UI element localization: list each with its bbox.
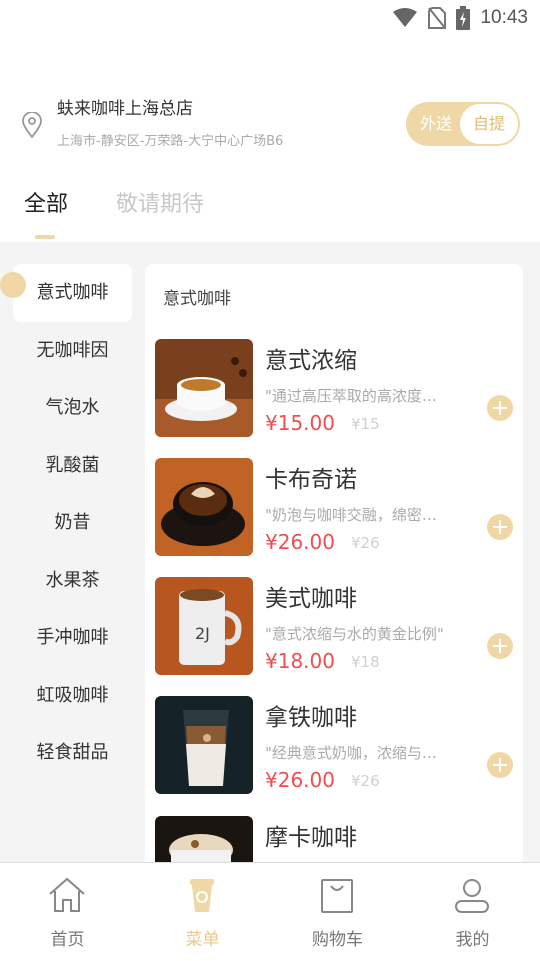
product-description: "经典意式奶咖，浓缩与牛奶" bbox=[265, 744, 451, 762]
product-panel: 意式咖啡 意式浓缩 "通过高压萃取的高浓度咖啡" ¥15.00 ¥15 卡布奇诺… bbox=[145, 264, 523, 862]
battery-charging-icon bbox=[456, 6, 471, 30]
nav-label: 购物车 bbox=[312, 930, 363, 950]
category-item-milkshake[interactable]: 奶昔 bbox=[13, 494, 132, 552]
store-name[interactable]: 蚨来咖啡上海总店 bbox=[57, 94, 193, 119]
tab-coming-soon[interactable]: 敬请期待 bbox=[116, 186, 204, 218]
shopping-bag-icon bbox=[321, 879, 353, 913]
product-item[interactable]: 意式浓缩 "通过高压萃取的高浓度咖啡" ¥15.00 ¥15 bbox=[155, 339, 517, 439]
category-label: 气泡水 bbox=[45, 397, 100, 418]
product-item[interactable]: 摩卡咖啡 bbox=[155, 816, 517, 862]
product-description: "通过高压萃取的高浓度咖啡" bbox=[265, 387, 451, 405]
category-item-lactic[interactable]: 乳酸菌 bbox=[13, 437, 132, 495]
product-name: 拿铁咖啡 bbox=[265, 705, 357, 731]
add-to-cart-button[interactable] bbox=[487, 633, 513, 659]
category-item-fruit-tea[interactable]: 水果茶 bbox=[13, 552, 132, 610]
category-item-siphon[interactable]: 虹吸咖啡 bbox=[13, 667, 132, 725]
add-to-cart-button[interactable] bbox=[487, 752, 513, 778]
category-label: 无咖啡因 bbox=[36, 340, 109, 361]
product-original-price: ¥26 bbox=[351, 534, 380, 552]
category-item-pour-over[interactable]: 手冲咖啡 bbox=[13, 609, 132, 667]
category-item-sparkling[interactable]: 气泡水 bbox=[13, 379, 132, 437]
product-price: ¥18.00 bbox=[265, 649, 335, 673]
product-description: "意式浓缩与水的黄金比例" bbox=[265, 625, 444, 643]
panel-title: 意式咖啡 bbox=[163, 289, 231, 309]
mode-delivery[interactable]: 外送 bbox=[406, 102, 466, 146]
product-image[interactable] bbox=[155, 339, 253, 437]
product-image[interactable]: 2J bbox=[155, 577, 253, 675]
store-address: 上海市-静安区-万荣路-大宁中心广场B6 bbox=[57, 134, 284, 149]
nav-home[interactable]: 首页 bbox=[0, 863, 135, 961]
add-to-cart-button[interactable] bbox=[487, 395, 513, 421]
delivery-mode-toggle[interactable]: 外送 自提 bbox=[406, 102, 520, 146]
product-image[interactable] bbox=[155, 816, 253, 862]
category-label: 奶昔 bbox=[54, 512, 91, 533]
home-icon bbox=[49, 877, 85, 912]
tab-indicator bbox=[35, 235, 55, 239]
bottom-nav: 首页 菜单 购物车 我的 bbox=[0, 862, 540, 961]
product-image[interactable] bbox=[155, 696, 253, 794]
category-label: 手冲咖啡 bbox=[36, 627, 109, 648]
category-label: 虹吸咖啡 bbox=[36, 685, 109, 706]
product-price: ¥26.00 bbox=[265, 530, 335, 554]
coffee-cup-icon bbox=[190, 879, 214, 912]
product-item[interactable]: 拿铁咖啡 "经典意式奶咖，浓缩与牛奶" ¥26.00 ¥26 bbox=[155, 696, 517, 796]
add-to-cart-button[interactable] bbox=[487, 514, 513, 540]
category-label: 水果茶 bbox=[45, 570, 100, 591]
status-bar: 10:43 bbox=[0, 0, 540, 36]
tab-all[interactable]: 全部 bbox=[24, 186, 68, 218]
store-header[interactable]: 蚨来咖啡上海总店 上海市-静安区-万荣路-大宁中心广场B6 外送 自提 bbox=[0, 90, 540, 160]
nav-label: 首页 bbox=[50, 930, 85, 950]
category-label: 轻食甜品 bbox=[36, 742, 109, 763]
product-name: 卡布奇诺 bbox=[265, 467, 357, 493]
location-pin-icon bbox=[22, 112, 42, 138]
no-sim-icon bbox=[428, 7, 447, 29]
product-original-price: ¥15 bbox=[351, 415, 380, 433]
product-name: 意式浓缩 bbox=[265, 348, 357, 374]
status-time: 10:43 bbox=[480, 7, 528, 28]
product-original-price: ¥18 bbox=[351, 653, 380, 671]
menu-area: 意式咖啡 无咖啡因 气泡水 乳酸菌 奶昔 水果茶 手冲咖啡 虹吸咖啡 轻食甜品 … bbox=[0, 242, 540, 862]
product-name: 摩卡咖啡 bbox=[265, 825, 357, 851]
category-label: 意式咖啡 bbox=[36, 282, 109, 303]
product-price: ¥15.00 bbox=[265, 411, 335, 435]
category-item-decaf[interactable]: 无咖啡因 bbox=[13, 322, 132, 380]
active-category-marker bbox=[0, 272, 26, 298]
nav-profile[interactable]: 我的 bbox=[405, 863, 540, 961]
nav-label: 我的 bbox=[455, 930, 490, 950]
category-item-snacks[interactable]: 轻食甜品 bbox=[13, 724, 132, 782]
product-original-price: ¥26 bbox=[351, 772, 380, 790]
nav-cart[interactable]: 购物车 bbox=[270, 863, 405, 961]
category-item-espresso[interactable]: 意式咖啡 bbox=[0, 264, 132, 322]
user-icon bbox=[455, 879, 489, 913]
product-name: 美式咖啡 bbox=[265, 586, 357, 612]
nav-menu[interactable]: 菜单 bbox=[135, 863, 270, 961]
menu-tabs: 全部 敬请期待 bbox=[0, 186, 540, 242]
nav-label: 菜单 bbox=[185, 930, 220, 950]
svg-text:2J: 2J bbox=[195, 624, 210, 643]
product-price: ¥26.00 bbox=[265, 768, 335, 792]
product-item[interactable]: 卡布奇诺 "奶泡与咖啡交融，绵密顺滑" ¥26.00 ¥26 bbox=[155, 458, 517, 558]
product-item[interactable]: 2J 美式咖啡 "意式浓缩与水的黄金比例" ¥18.00 ¥18 bbox=[155, 577, 517, 677]
wifi-icon bbox=[393, 8, 418, 27]
mode-pickup[interactable]: 自提 bbox=[460, 104, 518, 144]
product-description: "奶泡与咖啡交融，绵密顺滑" bbox=[265, 506, 451, 524]
category-label: 乳酸菌 bbox=[45, 455, 100, 476]
product-image[interactable] bbox=[155, 458, 253, 556]
